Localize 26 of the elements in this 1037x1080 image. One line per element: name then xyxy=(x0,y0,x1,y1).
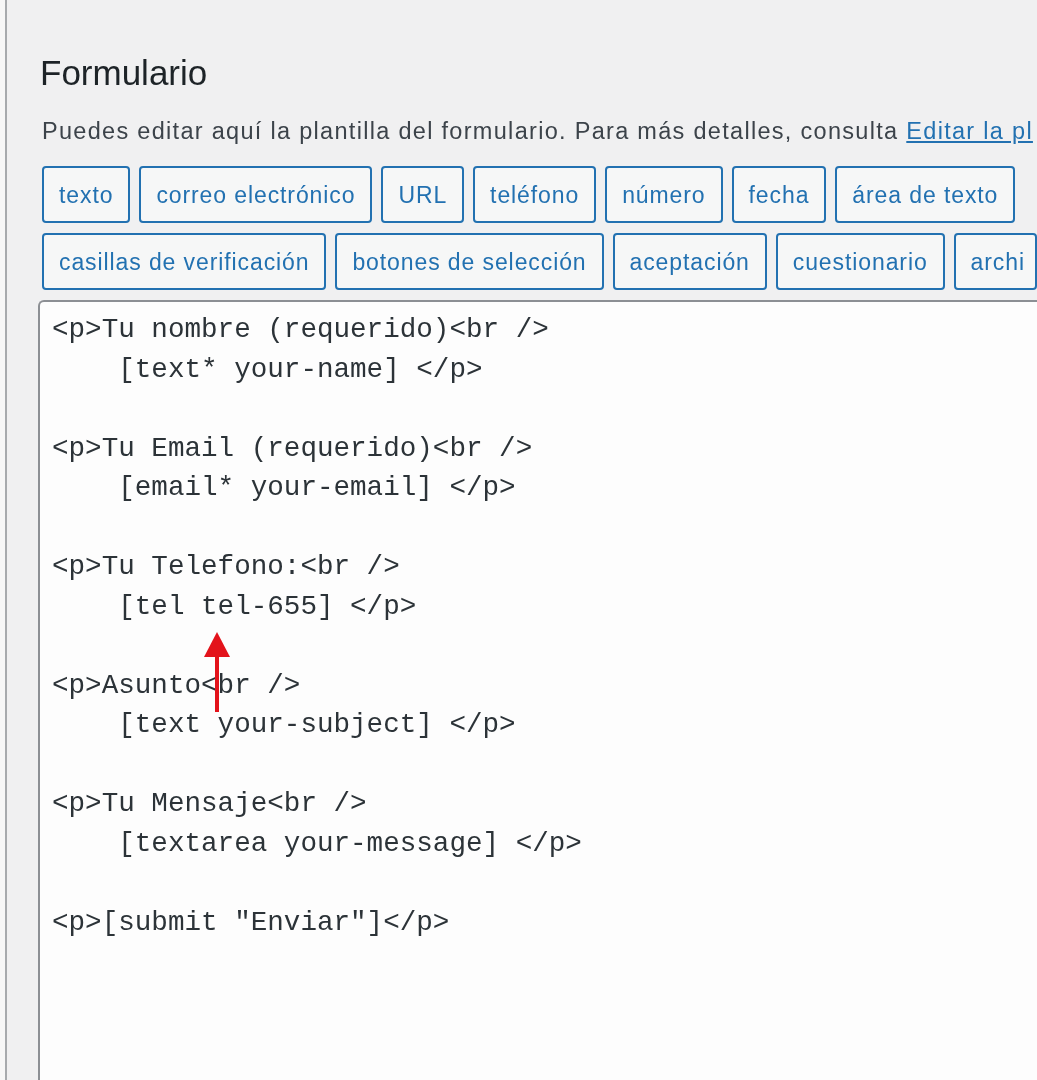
template-editor[interactable] xyxy=(38,300,1037,1080)
tag-insert-button[interactable]: correo electrónico xyxy=(139,166,373,223)
code-line: [textarea your-message] </p> xyxy=(117,826,583,861)
tag-insert-button[interactable]: botones de selección xyxy=(335,233,604,290)
code-line: [tel tel-655] </p> xyxy=(117,589,418,624)
code-line: [text* your-name] </p> xyxy=(117,352,484,387)
code-line: <p>[submit "Enviar"]</p> xyxy=(52,905,451,940)
tag-insert-button[interactable]: aceptación xyxy=(612,233,767,290)
tag-insert-button[interactable]: archi xyxy=(953,233,1037,290)
code-line: <p>Tu Email (requerido)<br /> xyxy=(52,431,534,466)
tag-insert-button[interactable]: URL xyxy=(381,166,465,223)
section-title: Formulario xyxy=(40,53,209,93)
tag-insert-button[interactable]: texto xyxy=(42,166,131,223)
tag-insert-button[interactable]: área de texto xyxy=(835,166,1016,223)
tag-insert-button[interactable]: fecha xyxy=(731,166,827,223)
code-line: [text your-subject] </p> xyxy=(117,708,517,742)
code-line: <p>Tu Mensaje<br /> xyxy=(52,787,368,821)
tag-insert-button[interactable]: cuestionario xyxy=(775,233,945,290)
code-line: <p>Tu Telefono:<br /> xyxy=(52,550,401,584)
tag-insert-button[interactable]: casillas de verificación xyxy=(42,233,327,290)
code-line: [email* your-email] </p> xyxy=(117,471,517,505)
tag-insert-button[interactable]: teléfono xyxy=(473,166,597,223)
docs-link[interactable]: Editar la pl xyxy=(906,118,1033,144)
tag-insert-button[interactable]: número xyxy=(605,166,723,223)
description-text: Puedes editar aquí la plantilla del formulario. Para más detalles, consulta Editar la pl xyxy=(42,117,1034,145)
code-line: <p>Tu nombre (requerido)<br /> xyxy=(52,313,550,347)
